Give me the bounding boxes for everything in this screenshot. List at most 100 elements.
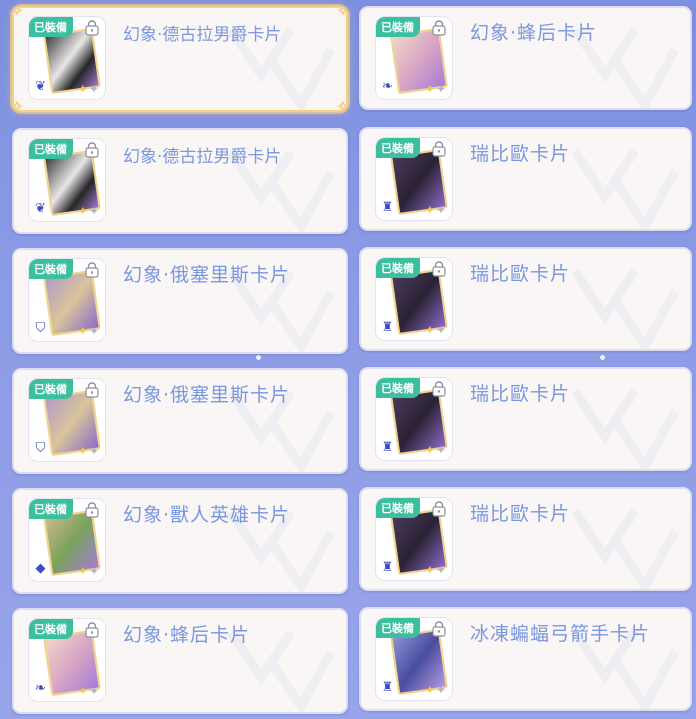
flask-icon: ♜ (381, 320, 394, 335)
equipped-badge: 已裝備 (376, 378, 420, 398)
watermark-emblem-icon (571, 268, 679, 349)
selection-corner-icon: ✧ (14, 98, 26, 111)
star-icon: ✦ (77, 564, 88, 578)
background-dot (600, 355, 605, 360)
lock-icon[interactable] (432, 501, 446, 517)
background-dot (256, 355, 261, 360)
card-item[interactable]: 已裝備 ♜ ✦ ✦ 瑞比歐卡片 (359, 367, 692, 471)
card-name: 幻象·俄塞里斯卡片 (123, 264, 291, 286)
star-icon: ✦ (88, 564, 99, 578)
flask-icon: ♜ (381, 560, 394, 575)
star-icon: ✦ (88, 444, 99, 458)
star-icon: ✦ (424, 563, 435, 577)
card-item[interactable]: 已裝備 ◆ ✦ ✦ 幻象·獸人英雄卡片 (12, 488, 348, 594)
equipped-badge: 已裝備 (29, 259, 73, 279)
rarity-stars: ✦ ✦ (425, 564, 446, 577)
lock-icon[interactable] (85, 142, 99, 158)
flask-icon: ♜ (381, 680, 394, 695)
card-thumbnail: 已裝備 ⛉ ✦ ✦ (28, 378, 106, 462)
rarity-stars: ✦ ✦ (78, 565, 99, 578)
card-name: 幻象·德古拉男爵卡片 (123, 25, 282, 45)
star-icon: ✦ (435, 203, 446, 217)
rarity-stars: ✦ ✦ (425, 83, 446, 96)
card-item[interactable]: 已裝備 ❦ ✦ ✦ 幻象·德古拉男爵卡片 (12, 128, 348, 234)
card-thumbnail: 已裝備 ❦ ✦ ✦ (28, 138, 106, 222)
card-item[interactable]: 已裝備 ⛉ ✦ ✦ 幻象·俄塞里斯卡片 (12, 368, 348, 474)
lock-icon[interactable] (432, 20, 446, 36)
bat-icon: ❦ (35, 201, 46, 216)
card-name: 幻象·德古拉男爵卡片 (123, 147, 282, 167)
equipped-badge: 已裝備 (376, 138, 420, 158)
star-icon: ✦ (88, 324, 99, 338)
card-thumbnail: 已裝備 ⛉ ✦ ✦ (28, 258, 106, 342)
star-icon: ✦ (77, 204, 88, 218)
card-name: 瑞比歐卡片 (470, 503, 571, 525)
rarity-stars: ✦ ✦ (78, 685, 99, 698)
star-icon: ✦ (435, 323, 446, 337)
card-thumbnail: 已裝備 ❦ ✦ ✦ (28, 16, 106, 100)
rarity-stars: ✦ ✦ (425, 324, 446, 337)
lock-icon[interactable] (432, 381, 446, 397)
star-icon: ✦ (77, 444, 88, 458)
equipped-badge: 已裝備 (376, 17, 420, 37)
lock-icon[interactable] (85, 382, 99, 398)
card-name: 瑞比歐卡片 (470, 263, 571, 285)
wing-icon: ❧ (35, 681, 46, 696)
equipped-badge: 已裝備 (29, 379, 73, 399)
star-icon: ✦ (424, 203, 435, 217)
star-icon: ✦ (77, 82, 88, 96)
card-thumbnail: 已裝備 ♜ ✦ ✦ (375, 617, 453, 701)
equipped-badge: 已裝備 (376, 618, 420, 638)
shield-icon: ⛉ (35, 321, 46, 336)
card-name: 幻象·俄塞里斯卡片 (123, 384, 291, 406)
selection-corner-icon: ✧ (334, 98, 346, 111)
card-name: 幻象·獸人英雄卡片 (123, 504, 291, 526)
equipped-badge: 已裝備 (29, 17, 73, 37)
rarity-stars: ✦ ✦ (425, 684, 446, 697)
card-item[interactable]: 已裝備 ⛉ ✦ ✦ 幻象·俄塞里斯卡片 (12, 248, 348, 354)
card-name: 瑞比歐卡片 (470, 143, 571, 165)
card-thumbnail: 已裝備 ◆ ✦ ✦ (28, 498, 106, 582)
flask-icon: ♜ (381, 200, 394, 215)
selection-corner-icon: ✧ (334, 8, 346, 20)
card-item[interactable]: 已裝備 ♜ ✦ ✦ 瑞比歐卡片 (359, 487, 692, 591)
shield-icon: ⛉ (35, 441, 46, 456)
star-icon: ✦ (435, 443, 446, 457)
card-name: 瑞比歐卡片 (470, 383, 571, 405)
rarity-stars: ✦ ✦ (78, 325, 99, 338)
card-name: 幻象·蜂后卡片 (470, 22, 598, 44)
card-item[interactable]: 已裝備 ❦ ✦ ✦ 幻象·德古拉男爵卡片 ✧ ✧ ✧ ✧ (12, 6, 348, 112)
lock-icon[interactable] (85, 262, 99, 278)
lock-icon[interactable] (432, 621, 446, 637)
rarity-stars: ✦ ✦ (78, 205, 99, 218)
star-icon: ✦ (424, 683, 435, 697)
lock-icon[interactable] (85, 20, 99, 36)
star-icon: ✦ (424, 443, 435, 457)
selection-corner-icon: ✧ (14, 8, 26, 20)
star-icon: ✦ (424, 82, 435, 96)
rarity-stars: ✦ ✦ (78, 445, 99, 458)
lock-icon[interactable] (432, 141, 446, 157)
star-icon: ✦ (88, 204, 99, 218)
bat-icon: ❦ (35, 79, 46, 94)
rarity-stars: ✦ ✦ (78, 83, 99, 96)
card-thumbnail: 已裝備 ♜ ✦ ✦ (375, 497, 453, 581)
equipped-badge: 已裝備 (376, 258, 420, 278)
card-item[interactable]: 已裝備 ♜ ✦ ✦ 瑞比歐卡片 (359, 247, 692, 351)
card-name: 幻象·蜂后卡片 (123, 624, 251, 646)
card-thumbnail: 已裝備 ♜ ✦ ✦ (375, 257, 453, 341)
rarity-stars: ✦ ✦ (425, 204, 446, 217)
card-thumbnail: 已裝備 ♜ ✦ ✦ (375, 137, 453, 221)
watermark-emblem-icon (571, 508, 679, 589)
card-item[interactable]: 已裝備 ❧ ✦ ✦ 幻象·蜂后卡片 (359, 6, 692, 110)
card-item[interactable]: 已裝備 ❧ ✦ ✦ 幻象·蜂后卡片 (12, 608, 348, 714)
lock-icon[interactable] (85, 502, 99, 518)
card-thumbnail: 已裝備 ❧ ✦ ✦ (375, 16, 453, 100)
lock-icon[interactable] (85, 622, 99, 638)
card-item[interactable]: 已裝備 ♜ ✦ ✦ 瑞比歐卡片 (359, 127, 692, 231)
lock-icon[interactable] (432, 261, 446, 277)
star-icon: ✦ (424, 323, 435, 337)
card-name: 冰凍蝙蝠弓箭手卡片 (470, 623, 651, 645)
card-thumbnail: 已裝備 ❧ ✦ ✦ (28, 618, 106, 702)
card-item[interactable]: 已裝備 ♜ ✦ ✦ 冰凍蝙蝠弓箭手卡片 (359, 607, 692, 711)
